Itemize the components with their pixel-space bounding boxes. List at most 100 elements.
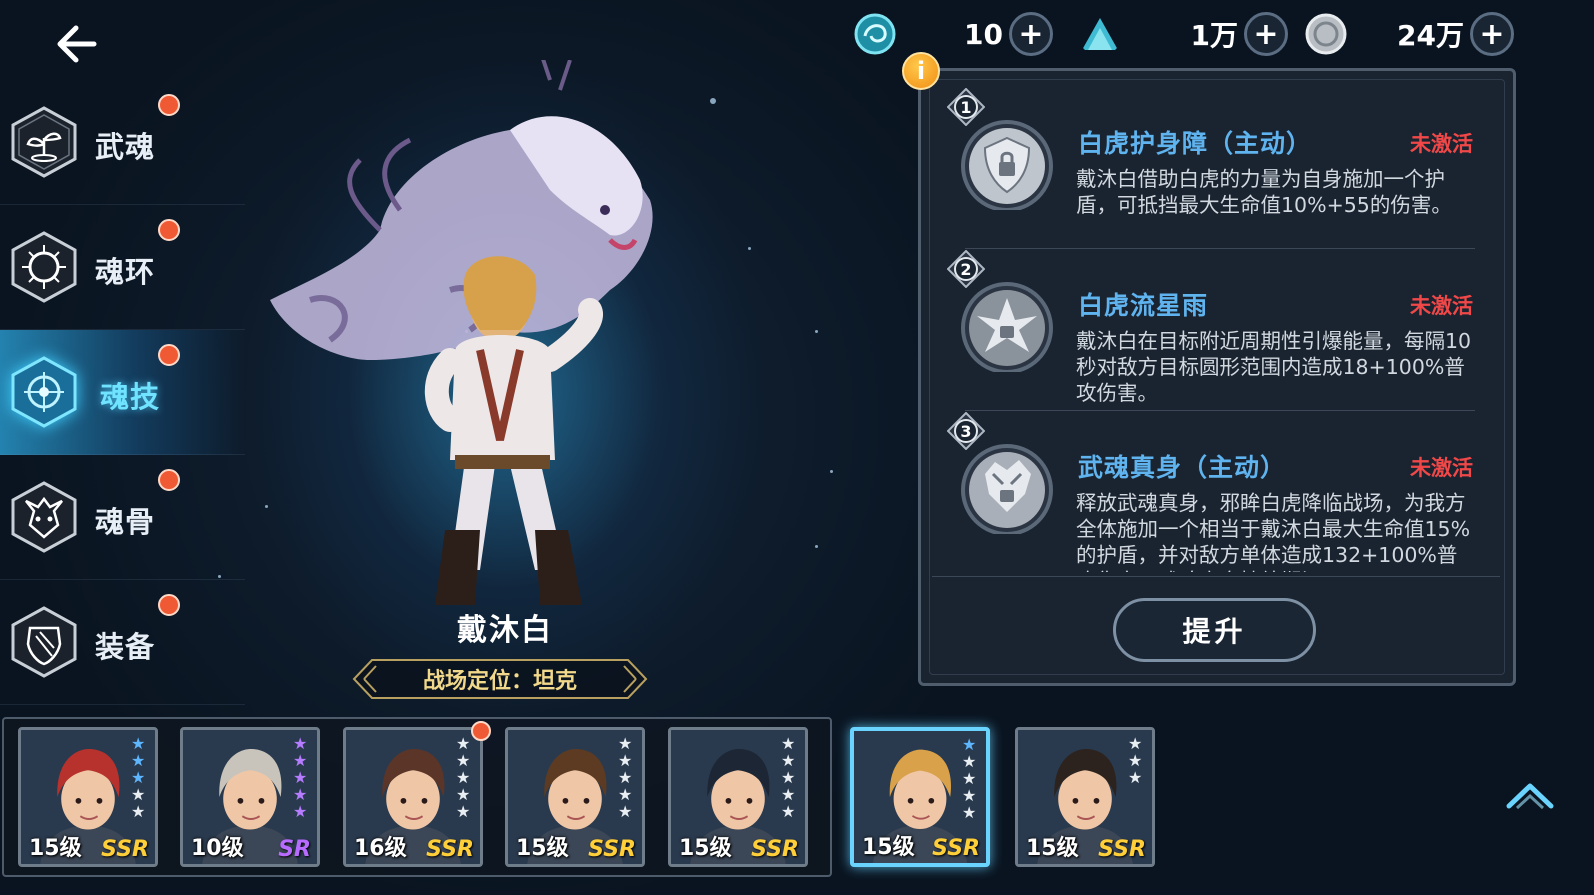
divider bbox=[965, 248, 1475, 249]
hero-card[interactable]: ★ ★ ★ ★ ★ 10级 SR bbox=[180, 727, 320, 867]
star-icon: ★ bbox=[1128, 751, 1143, 770]
skill-description: 释放武魂真身，邪眸白虎降临战场，为我方全体施加一个相当于戴沐白最大生命值15%的… bbox=[1076, 491, 1471, 572]
star-icon: ★ bbox=[456, 734, 471, 753]
skill-item-1[interactable]: 1 白虎护身障（主动） 未激活 戴沐白借助白虎的力量为自身施加一个护盾，可抵挡最… bbox=[945, 88, 1485, 248]
star-icon: ★ bbox=[456, 768, 471, 787]
star-icon: ★ bbox=[1128, 734, 1143, 753]
star-rating: ★ ★ ★ ★ ★ bbox=[293, 736, 311, 820]
skill-title: 白虎护身障（主动） bbox=[1078, 129, 1313, 158]
star-rating: ★ ★ ★ ★ ★ bbox=[131, 736, 149, 820]
star-icon: ★ bbox=[293, 785, 308, 804]
hero-level: 16级 bbox=[354, 836, 407, 861]
soul-skill-icon bbox=[11, 356, 77, 428]
hero-rarity: SSR bbox=[1098, 837, 1146, 862]
star-icon: ★ bbox=[618, 768, 633, 787]
star-icon: ★ bbox=[1128, 768, 1143, 787]
hero-card[interactable]: ★ ★ ★ ★ ★ 15级 SSR bbox=[18, 727, 158, 867]
star-icon: ★ bbox=[293, 768, 308, 787]
hero-level: 15级 bbox=[862, 835, 915, 860]
star-icon: ★ bbox=[131, 751, 146, 770]
sidebar-item-soul-skill[interactable]: 魂技 bbox=[0, 330, 245, 455]
character-model[interactable] bbox=[250, 60, 770, 620]
hero-card[interactable]: ★ ★ ★ ★ ★ 16级 SSR bbox=[343, 727, 483, 867]
notification-dot bbox=[158, 344, 180, 366]
soul-bone-icon bbox=[11, 481, 77, 553]
notification-dot bbox=[158, 219, 180, 241]
info-icon[interactable]: i bbox=[902, 52, 940, 90]
star-icon: ★ bbox=[456, 751, 471, 770]
skill-title: 白虎流星雨 bbox=[1078, 291, 1209, 320]
role-tag: 战场定位：坦克 bbox=[352, 658, 648, 700]
hero-card[interactable]: ★ ★ ★ 15级 SSR bbox=[1015, 727, 1155, 867]
star-icon: ★ bbox=[131, 768, 146, 787]
add-soul-orb-button[interactable]: + bbox=[1009, 12, 1053, 56]
star-icon: ★ bbox=[781, 785, 796, 804]
notification-dot bbox=[158, 94, 180, 116]
skill-status: 未激活 bbox=[1410, 294, 1473, 318]
divider bbox=[965, 410, 1475, 411]
currency-value: 24万 bbox=[1397, 19, 1464, 52]
sidebar-item-label: 魂技 bbox=[100, 380, 161, 414]
currency-value: 10 bbox=[964, 17, 1003, 51]
star-icon: ★ bbox=[293, 734, 308, 753]
sidebar-item-equipment[interactable]: 装备 bbox=[0, 580, 245, 705]
star-icon: ★ bbox=[293, 802, 308, 821]
star-icon: ★ bbox=[131, 802, 146, 821]
sidebar-item-label: 装备 bbox=[95, 630, 156, 664]
soul-ring-icon bbox=[11, 231, 77, 303]
hero-card[interactable]: ★ ★ ★ ★ ★ 15级 SSR bbox=[505, 727, 645, 867]
star-icon: ★ bbox=[781, 734, 796, 753]
notification-dot bbox=[158, 594, 180, 616]
skill-description: 戴沐白在目标附近周期性引爆能量，每隔10秒对敌方目标圆形范围内造成18+100%… bbox=[1076, 329, 1472, 405]
upgrade-button[interactable]: 提升 bbox=[1113, 598, 1316, 662]
svg-text:1: 1 bbox=[960, 98, 971, 117]
skill-description: 戴沐白借助白虎的力量为自身施加一个护盾，可抵挡最大生命值10%+55的伤害。 bbox=[1076, 167, 1452, 217]
hero-rarity: SR bbox=[278, 837, 311, 862]
chevron-up-icon[interactable] bbox=[1505, 780, 1555, 810]
hero-rarity: SSR bbox=[101, 837, 149, 862]
hero-rarity: SSR bbox=[751, 837, 799, 862]
crystal-icon bbox=[1082, 18, 1118, 50]
hero-level: 15级 bbox=[516, 836, 569, 861]
currency-crystal: 1万 + bbox=[1078, 8, 1288, 60]
martial-soul-icon bbox=[11, 106, 77, 178]
divider bbox=[932, 576, 1500, 577]
sidebar-item-label: 魂环 bbox=[95, 255, 156, 289]
add-crystal-button[interactable]: + bbox=[1244, 12, 1288, 56]
hero-card[interactable]: ★ ★ ★ ★ ★ 15级 SSR bbox=[668, 727, 808, 867]
currency-value: 1万 bbox=[1190, 19, 1238, 52]
add-coin-button[interactable]: + bbox=[1470, 12, 1514, 56]
back-button[interactable] bbox=[50, 22, 102, 66]
notification-dot bbox=[471, 721, 491, 741]
star-icon: ★ bbox=[781, 768, 796, 787]
sidebar: 武魂 魂环 魂技 魂骨 装备 bbox=[0, 80, 245, 705]
role-label: 战场定位：坦克 bbox=[422, 669, 577, 694]
star-rating: ★ ★ ★ ★ ★ bbox=[781, 736, 799, 820]
character-name: 戴沐白 bbox=[457, 613, 553, 648]
star-rating: ★ ★ ★ bbox=[1128, 736, 1146, 786]
hero-level: 15级 bbox=[29, 836, 82, 861]
star-icon: ★ bbox=[962, 769, 977, 788]
star-icon: ★ bbox=[781, 751, 796, 770]
svg-text:3: 3 bbox=[960, 422, 971, 441]
currency-soul-orb: 10 + bbox=[853, 8, 1053, 60]
sidebar-item-martial-soul[interactable]: 武魂 bbox=[0, 80, 245, 205]
hero-rarity: SSR bbox=[588, 837, 636, 862]
notification-dot bbox=[158, 469, 180, 491]
skill-item-2[interactable]: 2 白虎流星雨 未激活 戴沐白在目标附近周期性引爆能量，每隔10秒对敌方目标圆形… bbox=[945, 250, 1485, 410]
skill-number-badge: 3 bbox=[947, 412, 985, 450]
star-icon: ★ bbox=[618, 785, 633, 804]
sidebar-item-soul-bone[interactable]: 魂骨 bbox=[0, 455, 245, 580]
star-rating: ★ ★ ★ ★ ★ bbox=[618, 736, 636, 820]
skill-item-3[interactable]: 3 武魂真身（主动） 未激活 释放武魂真身，邪眸白虎降临战场，为我方全体施加一个… bbox=[945, 412, 1485, 572]
soul-orb-icon bbox=[854, 13, 896, 55]
hero-card[interactable]: ★ ★ ★ ★ ★ 15级 SSR bbox=[850, 727, 990, 867]
sparkle bbox=[815, 545, 818, 548]
star-rating: ★ ★ ★ ★ ★ bbox=[456, 736, 474, 820]
star-icon: ★ bbox=[962, 735, 977, 754]
star-icon: ★ bbox=[781, 802, 796, 821]
star-icon: ★ bbox=[131, 734, 146, 753]
star-icon: ★ bbox=[618, 802, 633, 821]
sidebar-item-soul-ring[interactable]: 魂环 bbox=[0, 205, 245, 330]
skill-status: 未激活 bbox=[1410, 132, 1473, 156]
